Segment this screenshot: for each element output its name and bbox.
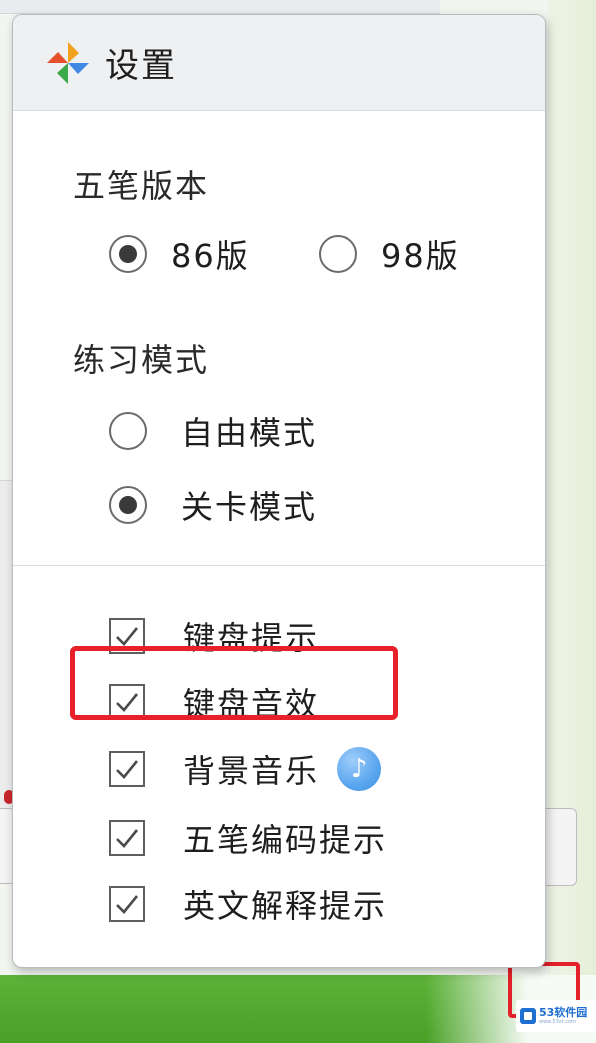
radio-circle[interactable] (319, 235, 357, 273)
checkbox[interactable] (109, 820, 145, 856)
watermark-text: 53软件园 (539, 1006, 588, 1019)
watermark-logo-icon (520, 1008, 536, 1024)
background-right-button[interactable] (543, 808, 577, 886)
settings-panel: 设置 五笔版本 86版 98版 练习模式 自由模式 关卡模式 键盘提示 键盘音效 (12, 14, 546, 968)
radio-label: 关卡模式 (181, 488, 318, 526)
radio-wubi-98[interactable]: 98版 (319, 231, 460, 277)
checkbox[interactable] (109, 886, 145, 922)
radio-label: 86版 (171, 237, 250, 275)
background-window-edge (0, 0, 440, 14)
wubi-version-heading: 五笔版本 (73, 167, 210, 205)
radio-wubi-86[interactable]: 86版 (109, 231, 250, 277)
checkbox-background-music[interactable]: 背景音乐 ♪ (109, 746, 382, 792)
radio-label: 98版 (381, 237, 460, 275)
checkbox-label: 五笔编码提示 (183, 821, 388, 859)
section-divider (13, 565, 545, 566)
checkbox-english-hint[interactable]: 英文解释提示 (109, 881, 387, 927)
practice-mode-heading: 练习模式 (73, 341, 210, 379)
checkbox-wubi-code-hint[interactable]: 五笔编码提示 (109, 815, 387, 861)
radio-circle[interactable] (109, 486, 147, 524)
checkbox[interactable] (109, 751, 145, 787)
site-watermark: 53软件园 www.53xt.com (516, 1000, 596, 1032)
pinwheel-logo-icon (47, 41, 89, 84)
keyboard-sound-highlight (70, 646, 398, 720)
radio-level-mode[interactable]: 关卡模式 (109, 482, 317, 528)
check-icon (116, 760, 139, 779)
radio-circle[interactable] (109, 412, 147, 450)
check-icon (116, 829, 139, 848)
radio-free-mode[interactable]: 自由模式 (109, 408, 317, 454)
bottom-status-bar (0, 975, 596, 1043)
music-note-icon[interactable]: ♪ (337, 747, 382, 791)
panel-title: 设置 (105, 46, 177, 86)
checkbox-label: 英文解释提示 (183, 887, 388, 925)
check-icon (116, 895, 139, 914)
radio-circle[interactable] (109, 235, 147, 273)
watermark-sub: www.53xt.com (539, 1019, 576, 1025)
checkbox-label: 背景音乐 (183, 752, 320, 790)
panel-header: 设置 (13, 15, 545, 111)
radio-label: 自由模式 (181, 414, 318, 452)
